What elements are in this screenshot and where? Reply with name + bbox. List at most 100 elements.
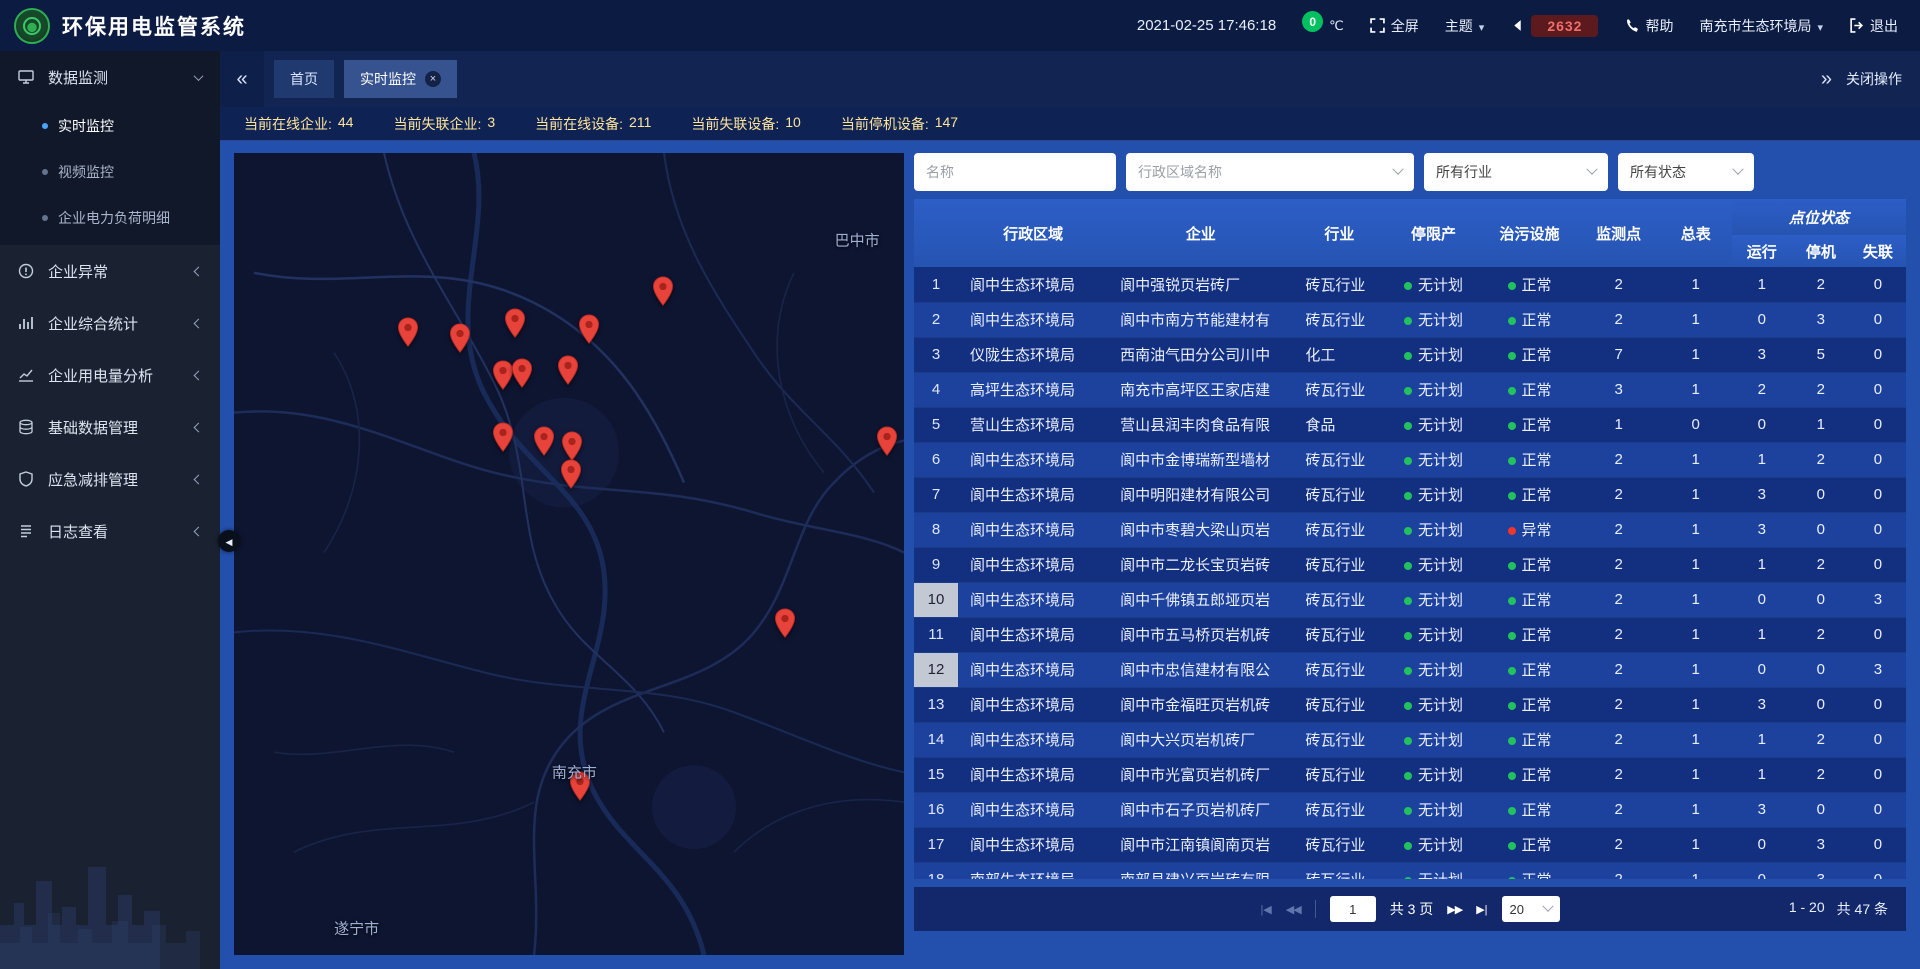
cell-seq: 12 [914,652,958,687]
alert-count-badge[interactable]: 2632 [1531,15,1598,37]
sidebar-group-emergency-reduction[interactable]: 应急减排管理 [0,453,220,505]
sidebar-group-log-view[interactable]: 日志查看 [0,505,220,557]
table-row[interactable]: 4高坪生态环境局南充市高坪区王家店建砖瓦行业无计划正常31220 [914,372,1906,407]
help-label: 帮助 [1645,16,1673,36]
name-search-input[interactable] [914,153,1116,191]
log-icon [18,523,36,540]
temperature-widget: 0 ℃ [1302,15,1344,36]
sidebar-group-base-data[interactable]: 基础数据管理 [0,401,220,453]
table-row[interactable]: 12阆中生态环境局阆中市忠信建材有限公砖瓦行业无计划正常21003 [914,652,1906,687]
sidebar-group-data-monitoring[interactable]: 数据监测 [0,51,220,103]
bullet-icon [42,169,48,175]
industry-select[interactable]: 所有行业 [1424,153,1608,191]
cell-stop: 2 [1792,267,1850,302]
cell-meters: 0 [1660,407,1732,442]
status-dot-icon [1404,737,1412,745]
cell-run: 0 [1732,582,1792,617]
table-row[interactable]: 13阆中生态环境局阆中市金福旺页岩机砖砖瓦行业无计划正常21300 [914,687,1906,722]
table-row[interactable]: 15阆中生态环境局阆中市光富页岩机砖厂砖瓦行业无计划正常21120 [914,757,1906,792]
enterprise-table: 行政区域 企业 行业 停限产 治污设施 监测点 总表 点位状态 运行 [914,199,1906,879]
sidebar-collapse-handle[interactable] [218,530,240,552]
status-dot-icon [1508,772,1516,780]
map-panel[interactable]: 巴中市南充市遂宁市 [234,153,904,955]
close-tab-icon[interactable] [425,71,441,87]
org-dropdown[interactable]: 南充市生态环境局 [1699,16,1823,36]
region-select[interactable]: 行政区域名称 [1126,153,1414,191]
sidebar-item-realtime-monitor[interactable]: 实时监控 [0,103,220,149]
prev-page-button[interactable] [1286,903,1301,916]
theme-dropdown[interactable]: 主题 [1445,16,1485,36]
cell-limit: 无计划 [1385,652,1481,687]
tab-home[interactable]: 首页 [274,60,334,98]
cell-seq: 13 [914,687,958,722]
status-dot-icon [1404,457,1412,465]
sidebar-group-power-analysis[interactable]: 企业用电量分析 [0,349,220,401]
cell-points: 2 [1578,442,1660,477]
cell-run: 3 [1732,687,1792,722]
status-dot-icon [1404,877,1412,879]
cell-region: 阆中生态环境局 [958,617,1108,652]
table-row[interactable]: 18南部生态环境局南部县建兴页岩砖有限砖瓦行业无计划正常21030 [914,862,1906,879]
logout-label: 退出 [1870,16,1898,36]
table-row[interactable]: 1阆中生态环境局阆中强锐页岩砖厂砖瓦行业无计划正常21120 [914,267,1906,302]
table-row[interactable]: 16阆中生态环境局阆中市石子页岩机砖厂砖瓦行业无计划正常21300 [914,792,1906,827]
table-row[interactable]: 8阆中生态环境局阆中市枣碧大梁山页岩砖瓦行业无计划异常21300 [914,512,1906,547]
alert-icon [18,263,36,280]
monitor-icon [18,69,36,86]
first-page-button[interactable] [1260,903,1271,916]
cell-industry: 砖瓦行业 [1293,827,1385,862]
cell-region: 阆中生态环境局 [958,477,1108,512]
cell-points: 1 [1578,407,1660,442]
next-page-button[interactable] [1447,903,1462,916]
cell-points: 2 [1578,792,1660,827]
chevron-left-icon [194,526,204,536]
table-row[interactable]: 2阆中生态环境局阆中市南方节能建材有砖瓦行业无计划正常21030 [914,302,1906,337]
cell-meters: 1 [1660,757,1732,792]
cell-industry: 砖瓦行业 [1293,757,1385,792]
tabs-scroll-right-icon[interactable] [1821,68,1832,91]
cell-limit: 无计划 [1385,442,1481,477]
cell-industry: 砖瓦行业 [1293,302,1385,337]
cell-region: 高坪生态环境局 [958,372,1108,407]
cell-limit: 无计划 [1385,617,1481,652]
help-button[interactable]: 帮助 [1624,16,1673,36]
sidebar-group-enterprise-statistics[interactable]: 企业综合统计 [0,297,220,349]
cell-region: 阆中生态环境局 [958,722,1108,757]
cell-lost: 0 [1850,617,1906,652]
table-row[interactable]: 6阆中生态环境局阆中市金博瑞新型墙材砖瓦行业无计划正常21120 [914,442,1906,477]
stats-bar: 当前在线企业:44 当前失联企业:3 当前在线设备:211 当前失联设备:10 … [220,107,1920,141]
alert-marquee[interactable]: 2632 [1510,15,1598,37]
last-page-button[interactable] [1476,903,1487,916]
status-select[interactable]: 所有状态 [1618,153,1754,191]
tabs-scroll-left-icon[interactable] [220,51,264,107]
page-size-select[interactable]: 20 [1502,896,1560,922]
cell-run: 1 [1732,757,1792,792]
cell-run: 3 [1732,477,1792,512]
logout-button[interactable]: 退出 [1849,16,1898,36]
table-row[interactable]: 17阆中生态环境局阆中市江南镇阆南页岩砖瓦行业无计划正常21030 [914,827,1906,862]
table-row[interactable]: 7阆中生态环境局阆中明阳建材有限公司砖瓦行业无计划正常21300 [914,477,1906,512]
map-city-layer: 巴中市南充市遂宁市 [234,153,904,955]
table-row[interactable]: 10阆中生态环境局阆中千佛镇五郎垭页岩砖瓦行业无计划正常21003 [914,582,1906,617]
page-number-input[interactable]: 1 [1330,896,1376,922]
cell-lost: 3 [1850,652,1906,687]
sidebar-group-label: 基础数据管理 [48,417,138,438]
sidebar-group-enterprise-abnormal[interactable]: 企业异常 [0,245,220,297]
fullscreen-button[interactable]: 全屏 [1370,16,1419,36]
table-row[interactable]: 3仪陇生态环境局西南油气田分公司川中化工无计划正常71350 [914,337,1906,372]
table-row[interactable]: 9阆中生态环境局阆中市二龙长宝页岩砖砖瓦行业无计划正常21120 [914,547,1906,582]
table-row[interactable]: 14阆中生态环境局阆中大兴页岩机砖厂砖瓦行业无计划正常21120 [914,722,1906,757]
sidebar-item-video-monitor[interactable]: 视频监控 [0,149,220,195]
status-dot-icon [1404,772,1412,780]
chevron-down-icon [194,71,204,81]
sidebar-item-power-load-detail[interactable]: 企业电力负荷明细 [0,195,220,241]
tab-realtime-monitor[interactable]: 实时监控 [344,60,457,98]
cell-limit: 无计划 [1385,722,1481,757]
org-label: 南充市生态环境局 [1699,16,1811,36]
close-operations-button[interactable]: 关闭操作 [1846,69,1902,89]
table-row[interactable]: 5营山生态环境局营山县润丰肉食品有限食品无计划正常10010 [914,407,1906,442]
cell-stop: 2 [1792,372,1850,407]
status-dot-icon [1404,807,1412,815]
table-row[interactable]: 11阆中生态环境局阆中市五马桥页岩机砖砖瓦行业无计划正常21120 [914,617,1906,652]
cell-meters: 1 [1660,862,1732,879]
